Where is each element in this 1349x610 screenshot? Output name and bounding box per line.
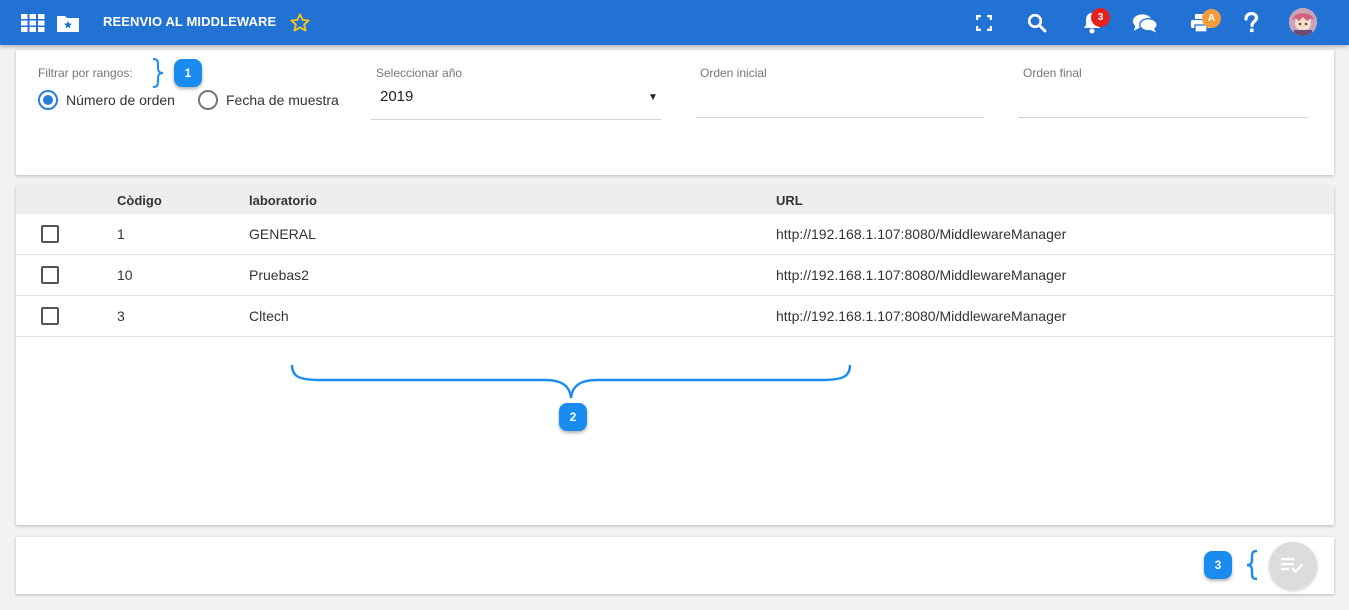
column-header-lab[interactable]: laboratorio (249, 193, 317, 208)
apps-grid-icon[interactable] (20, 10, 46, 36)
radio-order-number[interactable]: Número de orden (38, 90, 175, 110)
cell-url: http://192.168.1.107:8080/MiddlewareMana… (776, 226, 1067, 242)
column-header-url[interactable]: URL (776, 193, 803, 208)
action-panel (16, 537, 1334, 594)
chat-icon[interactable] (1132, 10, 1158, 36)
page-title: REENVIO AL MIDDLEWARE (103, 14, 277, 29)
annotation-marker-1: 1 (174, 59, 202, 87)
annotation-marker-3: 3 (1204, 551, 1232, 579)
table-row[interactable]: 1 GENERAL http://192.168.1.107:8080/Midd… (16, 214, 1334, 255)
cell-code: 3 (117, 308, 125, 324)
folder-star-icon[interactable] (55, 10, 81, 36)
order-start-input[interactable] (696, 84, 984, 118)
fullscreen-icon[interactable] (971, 10, 997, 36)
cell-lab: GENERAL (249, 226, 316, 242)
column-header-code[interactable]: Còdigo (117, 193, 162, 208)
cell-code: 1 (117, 226, 125, 242)
year-select-label: Seleccionar año (376, 66, 463, 80)
year-select[interactable]: 2019 ▼ (371, 84, 661, 120)
brace-annotation-2 (290, 364, 852, 399)
radio-sample-date[interactable]: Fecha de muestra (198, 90, 339, 110)
order-start-label: Orden inicial (700, 66, 767, 80)
avatar[interactable] (1289, 8, 1317, 36)
order-end-input[interactable] (1018, 84, 1308, 118)
middleware-table: Còdigo laboratorio URL 1 GENERAL http://… (16, 186, 1334, 525)
row-checkbox[interactable] (41, 225, 59, 243)
radio-unselected-icon (198, 90, 218, 110)
caret-down-icon: ▼ (648, 92, 658, 103)
playlist-check-icon (1281, 558, 1304, 574)
brace-annotation-3 (1246, 549, 1258, 581)
row-checkbox[interactable] (41, 266, 59, 284)
cell-lab: Cltech (249, 308, 289, 324)
radio-label: Fecha de muestra (226, 92, 339, 108)
filter-panel: Filtrar por rangos: Número de orden Fech… (16, 50, 1334, 175)
resend-fab-button[interactable] (1269, 542, 1317, 590)
table-header: Còdigo laboratorio URL (16, 186, 1334, 214)
annotation-marker-2: 2 (559, 403, 587, 431)
cell-url: http://192.168.1.107:8080/MiddlewareMana… (776, 308, 1067, 324)
top-app-bar: REENVIO AL MIDDLEWARE 3 A (0, 0, 1349, 45)
range-filter-label: Filtrar por rangos: (38, 66, 133, 80)
brace-annotation-1 (152, 58, 164, 88)
star-icon[interactable] (287, 10, 313, 36)
cell-lab: Pruebas2 (249, 267, 309, 283)
row-checkbox[interactable] (41, 307, 59, 325)
table-row[interactable]: 10 Pruebas2 http://192.168.1.107:8080/Mi… (16, 255, 1334, 296)
radio-label: Número de orden (66, 92, 175, 108)
year-select-value: 2019 (380, 88, 414, 105)
cell-code: 10 (117, 267, 133, 283)
table-row[interactable]: 3 Cltech http://192.168.1.107:8080/Middl… (16, 296, 1334, 337)
notification-badge: 3 (1091, 8, 1110, 27)
radio-selected-icon (38, 90, 58, 110)
search-icon[interactable] (1024, 10, 1050, 36)
order-end-label: Orden final (1023, 66, 1082, 80)
help-icon[interactable] (1238, 10, 1264, 36)
printer-badge: A (1202, 9, 1221, 28)
cell-url: http://192.168.1.107:8080/MiddlewareMana… (776, 267, 1067, 283)
